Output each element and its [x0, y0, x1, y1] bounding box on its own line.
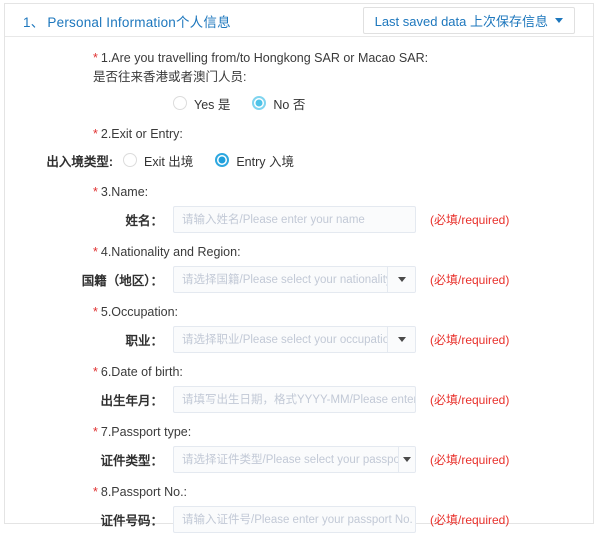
required-asterisk: * — [93, 245, 98, 259]
question-8-label: * 8.Passport No.: — [93, 483, 593, 502]
page-title: 1、 Personal Information个人信息 — [23, 11, 231, 31]
chevron-down-icon — [397, 336, 406, 342]
chevron-down-icon — [403, 456, 411, 462]
passport-type-required-note: (必填/required) — [430, 452, 510, 467]
occupation-select-placeholder: 请选择职业/Please select your occupation — [182, 334, 387, 346]
question-2-row-label: 出入境类型: — [46, 154, 113, 169]
passport-type-select[interactable]: 请选择证件类型/Please select your passport type — [173, 445, 416, 473]
date-of-birth-required-note: (必填/required) — [430, 392, 510, 407]
radio-label-exit: Exit 出境 — [144, 154, 194, 169]
question-6-en: 6.Date of birth: — [100, 365, 183, 379]
question-2-en: 2.Exit or Entry: — [100, 127, 183, 141]
question-1-cn: 是否往来香港或者澳门人员: — [93, 70, 247, 84]
required-asterisk: * — [93, 127, 98, 141]
radio-icon-entry[interactable] — [215, 153, 230, 167]
question-2-label: * 2.Exit or Entry: — [93, 125, 593, 144]
passport-type-dropdown-button[interactable] — [398, 446, 415, 472]
radio-icon-exit[interactable] — [123, 153, 137, 167]
passport-no-required-note: (必填/required) — [430, 512, 510, 527]
radio-option-yes[interactable]: Yes 是 — [173, 94, 230, 113]
question-7-label: * 7.Passport type: — [93, 423, 593, 442]
field-passport-type: * 7.Passport type: 证件类型： 请选择证件类型/Please s… — [5, 423, 593, 474]
radio-label-no: No 否 — [273, 97, 306, 112]
field-nationality: * 4.Nationality and Region: 国籍（地区）： 请选择国籍… — [5, 243, 593, 294]
question-3-label: * 3.Name: — [93, 183, 593, 202]
field-travelling-hk-macao: * 1.Are you travelling from/to Hongkong S… — [5, 49, 593, 117]
required-asterisk: * — [93, 485, 98, 499]
question-4-label: * 4.Nationality and Region: — [93, 243, 593, 262]
field-name: * 3.Name: 姓名： 请输入姓名/Please enter your nam… — [5, 183, 593, 234]
passport-no-row-label: 证件号码： — [100, 513, 163, 528]
question-8-en: 8.Passport No.: — [100, 485, 188, 499]
form-body: * 1.Are you travelling from/to Hongkong S… — [5, 37, 593, 534]
chevron-down-icon — [397, 276, 406, 282]
nationality-required-note: (必填/required) — [430, 272, 510, 287]
field-passport-no: * 8.Passport No.: 证件号码： 请输入证件号/Please ent… — [5, 483, 593, 534]
date-of-birth-row-label: 出生年月： — [100, 393, 163, 408]
occupation-row-label: 职业： — [125, 333, 163, 348]
section-number: 1、 — [23, 15, 45, 30]
last-saved-data-label: Last saved data 上次保存信息 — [374, 14, 548, 29]
name-row-label: 姓名： — [125, 213, 163, 228]
radio-icon-yes[interactable] — [173, 96, 187, 110]
last-saved-data-button[interactable]: Last saved data 上次保存信息 — [362, 7, 575, 34]
question-6-label: * 6.Date of birth: — [93, 363, 593, 382]
question-5-label: * 5.Occupation: — [93, 303, 593, 322]
question-1-en: 1.Are you travelling from/to Hongkong SA… — [100, 51, 429, 65]
radio-group-exit-entry: Exit 出境 Entry 入境 — [123, 146, 316, 174]
question-4-en: 4.Nationality and Region: — [100, 245, 241, 259]
passport-type-row-label: 证件类型： — [100, 453, 163, 468]
field-exit-or-entry: * 2.Exit or Entry: 出入境类型: Exit 出境 Entry 入… — [5, 125, 593, 174]
required-asterisk: * — [93, 305, 98, 319]
field-date-of-birth: * 6.Date of birth: 出生年月： 请填写出生日期，格式YYYY-M… — [5, 363, 593, 414]
required-asterisk: * — [93, 425, 98, 439]
name-required-note: (必填/required) — [430, 212, 510, 227]
nationality-select[interactable]: 请选择国籍/Please select your nationality — [173, 265, 416, 293]
radio-option-no[interactable]: No 否 — [252, 94, 305, 113]
name-input-placeholder: 请输入姓名/Please enter your name — [182, 214, 365, 226]
chevron-down-icon — [555, 18, 563, 23]
nationality-dropdown-button[interactable] — [387, 266, 415, 292]
radio-group-travelling: Yes 是 No 否 — [173, 89, 327, 117]
required-asterisk: * — [93, 51, 98, 65]
radio-option-entry[interactable]: Entry 入境 — [215, 151, 294, 170]
panel-header: 1、 Personal Information个人信息 Last saved da… — [5, 4, 593, 37]
nationality-select-placeholder: 请选择国籍/Please select your nationality — [182, 274, 387, 286]
radio-label-yes: Yes 是 — [194, 97, 231, 112]
nationality-row-label: 国籍（地区）： — [81, 273, 163, 288]
passport-no-input-placeholder: 请输入证件号/Please enter your passport No. — [182, 514, 413, 526]
question-7-en: 7.Passport type: — [100, 425, 192, 439]
question-5-en: 5.Occupation: — [100, 305, 179, 319]
date-of-birth-input-placeholder: 请填写出生日期，格式YYYY-MM/Please enter your date… — [182, 394, 415, 406]
required-asterisk: * — [93, 185, 98, 199]
radio-option-exit[interactable]: Exit 出境 — [123, 151, 193, 170]
passport-no-input[interactable]: 请输入证件号/Please enter your passport No. — [173, 505, 416, 533]
name-input[interactable]: 请输入姓名/Please enter your name — [173, 205, 416, 233]
question-3-en: 3.Name: — [100, 185, 149, 199]
question-1-label: * 1.Are you travelling from/to Hongkong S… — [93, 49, 593, 87]
occupation-select[interactable]: 请选择职业/Please select your occupation — [173, 325, 416, 353]
radio-label-entry: Entry 入境 — [236, 154, 294, 169]
occupation-required-note: (必填/required) — [430, 332, 510, 347]
occupation-dropdown-button[interactable] — [387, 326, 415, 352]
date-of-birth-input[interactable]: 请填写出生日期，格式YYYY-MM/Please enter your date… — [173, 385, 416, 413]
section-title: Personal Information个人信息 — [47, 15, 231, 30]
personal-information-panel: 1、 Personal Information个人信息 Last saved da… — [4, 3, 594, 533]
field-occupation: * 5.Occupation: 职业： 请选择职业/Please select y… — [5, 303, 593, 354]
passport-type-select-placeholder: 请选择证件类型/Please select your passport type — [182, 454, 398, 466]
radio-icon-no[interactable] — [252, 96, 267, 110]
required-asterisk: * — [93, 365, 98, 379]
